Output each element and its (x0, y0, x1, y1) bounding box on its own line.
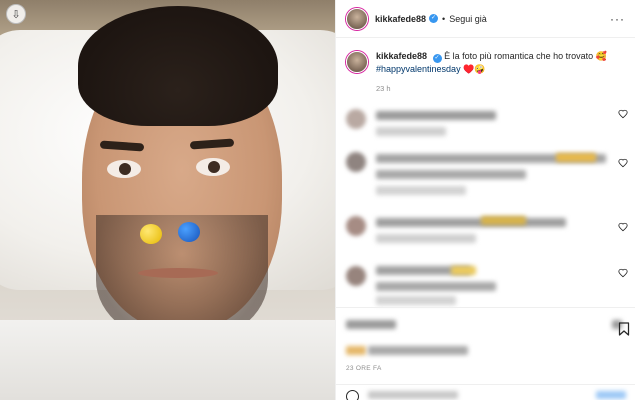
avatar[interactable] (346, 51, 368, 73)
comment-meta (376, 234, 476, 243)
caption-text-block: kikkafede88 ✓ È la foto più romantica ch… (376, 50, 607, 95)
emoji-icon[interactable] (346, 390, 359, 400)
download-icon[interactable]: ⇩ (6, 4, 26, 24)
caption-emoji: ♥️🤪 (463, 64, 486, 74)
bookmark-icon[interactable] (618, 322, 630, 336)
liked-by-avatar (346, 346, 366, 355)
comment-item (346, 105, 628, 145)
avatar[interactable] (346, 109, 366, 129)
comment-emoji (451, 266, 476, 275)
yellow-nose-ball (140, 224, 162, 244)
liked-by-text (368, 346, 468, 355)
comment-text (376, 282, 496, 291)
comment-text (376, 170, 526, 179)
comment-meta (376, 296, 456, 305)
post-header: kikkafede88 ✓ • Segui già ··· (336, 0, 635, 38)
following-button[interactable]: Segui già (449, 14, 487, 24)
post-side-panel: kikkafede88 ✓ • Segui già ··· kikkafede8… (335, 0, 635, 400)
caption-time: 23 h (376, 84, 391, 93)
avatar[interactable] (346, 7, 368, 30)
publish-button[interactable] (596, 391, 626, 399)
comment-meta (376, 127, 446, 136)
separator-dot: • (442, 13, 446, 24)
comment-emoji (481, 216, 526, 225)
post-photo[interactable]: ⇩ (0, 0, 335, 400)
avatar[interactable] (346, 216, 366, 236)
comment-meta (376, 186, 466, 195)
action-bar (336, 307, 635, 355)
left-eye (107, 160, 141, 178)
mouth (138, 268, 218, 278)
avatar[interactable] (346, 266, 366, 286)
comment-item (346, 148, 628, 195)
blue-nose-ball (178, 222, 200, 242)
caption-text: È la foto più romantica che ho trovato 🥰 (444, 51, 607, 61)
comment-text (376, 218, 566, 227)
avatar[interactable] (346, 152, 366, 172)
action-icons[interactable] (346, 320, 396, 329)
right-eye (196, 158, 230, 176)
username-link[interactable]: kikkafede88 (375, 14, 426, 24)
shirt (0, 320, 335, 400)
heart-icon[interactable] (618, 222, 628, 232)
comment-item (346, 212, 628, 252)
comment-text (376, 111, 496, 120)
heart-icon[interactable] (618, 158, 628, 168)
hashtag-link[interactable]: #happyvalentinesday (376, 64, 461, 74)
verified-badge-icon: ✓ (429, 14, 439, 23)
caption: kikkafede88 ✓ È la foto più romantica ch… (336, 38, 635, 95)
comment-input[interactable] (368, 391, 458, 399)
post-timestamp: 23 ORE FA (346, 365, 382, 372)
more-options-button[interactable]: ··· (610, 12, 625, 26)
verified-badge-icon: ✓ (432, 54, 442, 63)
heart-icon[interactable] (618, 109, 628, 119)
hair (78, 6, 278, 126)
comment-emoji (556, 153, 596, 162)
caption-username[interactable]: kikkafede88 (376, 51, 427, 61)
add-comment-bar (336, 384, 635, 400)
comment-item (346, 262, 628, 305)
heart-icon[interactable] (618, 268, 628, 278)
